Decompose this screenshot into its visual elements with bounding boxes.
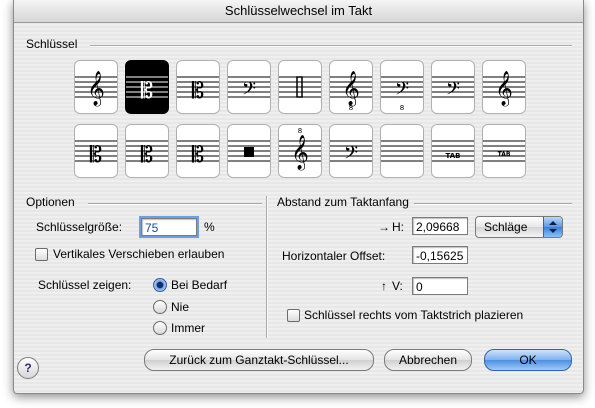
clef-tile[interactable]: 𝄢 <box>431 60 475 114</box>
tenor-clef-icon: 𝄡 <box>177 76 219 104</box>
mezzo-soprano-clef-icon: 𝄡 <box>126 140 168 168</box>
clef-group-label: Schlüssel <box>26 37 78 51</box>
show-when-needed-label: Bei Bedarf <box>171 278 228 292</box>
show-never-label: Nie <box>171 300 190 314</box>
options-separator <box>88 203 262 205</box>
horizontal-offset-label: Horizontaler Offset: <box>282 249 386 263</box>
french-violin-clef-icon: 𝄞 <box>483 71 525 107</box>
distance-group-label: Abstand zum Taktanfang <box>277 195 409 209</box>
treble-8va-clef-icon: 𝄞8 <box>279 127 321 171</box>
soprano-clef-icon: 𝄡 <box>75 140 117 168</box>
bass-clef-icon: 𝄢 <box>228 76 270 104</box>
back-to-whole-measure-clef-button[interactable]: Zurück zum Ganztakt-Schlüssel... <box>144 349 374 371</box>
percussion-clef-2-icon <box>228 140 270 162</box>
clef-glyph: 𝄡 <box>141 143 153 168</box>
clef-glyph: 𝄡 <box>192 143 204 168</box>
v-label: V: <box>392 279 403 293</box>
clef-glyph: TAB <box>446 152 461 160</box>
clef-glyph: 𝄞 <box>87 71 105 107</box>
tab-small-clef-icon: TAB <box>483 140 525 162</box>
clef-glyph: 𝄞 <box>495 71 513 107</box>
treble-8vb-clef-icon: 𝄞8 <box>330 71 372 112</box>
baritone-c-clef-icon: 𝄡 <box>177 140 219 168</box>
popup-arrows-icon <box>543 217 562 237</box>
baritone-f-clef-icon: 𝄢 <box>432 76 474 104</box>
distance-separator <box>414 203 572 205</box>
clef-tile[interactable]: 𝄡 <box>176 60 220 114</box>
show-clef-label: Schlüssel zeigen: <box>38 278 132 292</box>
place-right-checkbox[interactable] <box>287 309 300 322</box>
cancel-button[interactable]: Abbrechen <box>384 349 472 371</box>
show-never-radio[interactable] <box>153 300 167 314</box>
blank-clef-icon <box>381 140 423 162</box>
clef-glyph: 𝄡 <box>90 143 102 168</box>
clef-tile[interactable]: 𝄞 8 <box>278 124 322 178</box>
vertical-shift-checkbox[interactable] <box>35 248 48 261</box>
clef-tile[interactable]: 𝄢 8 <box>380 60 424 114</box>
h-label: H: <box>392 220 404 234</box>
clef-size-label: Schlüsselgröße: <box>36 220 123 234</box>
clef-tile[interactable]: 𝄢 <box>329 124 373 178</box>
tab-clef-icon: TAB <box>432 140 474 162</box>
dialog-window: Schlüsselwechsel im Takt Schlüssel 𝄞 𝄡 𝄡 𝄢 𝄞… <box>13 0 584 394</box>
clef-tile[interactable]: 𝄡 <box>176 124 220 178</box>
clef-tile[interactable]: 𝄡 <box>74 124 118 178</box>
clef-glyph: 𝄡 <box>141 79 153 104</box>
unit-popup[interactable]: Schläge <box>475 216 563 238</box>
alto-clef-icon: 𝄡 <box>126 76 168 104</box>
clef-tile[interactable] <box>380 124 424 178</box>
place-right-label: Schlüssel rechts vom Taktstrich plaziere… <box>304 308 524 322</box>
clef-glyph: 𝄢 <box>242 79 256 104</box>
octave-mark-icon: 8 <box>400 104 404 112</box>
clef-tile[interactable]: 𝄞 <box>482 60 526 114</box>
clef-glyph: 𝄢 <box>446 79 460 104</box>
clef-glyph: 𝄢 <box>395 79 409 104</box>
options-group-label: Optionen <box>26 195 75 209</box>
clef-tile[interactable]: 𝄢 <box>227 60 271 114</box>
ok-button[interactable]: OK <box>484 349 572 371</box>
percussion-clef-icon <box>279 76 321 98</box>
treble-clef-icon: 𝄞 <box>75 71 117 107</box>
clef-tile[interactable]: 𝄞 <box>74 60 118 114</box>
clef-tile[interactable]: TAB <box>482 124 526 178</box>
clef-group-separator <box>90 45 572 47</box>
v-arrow-icon: ↑ <box>381 279 387 293</box>
clef-tile[interactable] <box>278 60 322 114</box>
bass-8vb-clef-icon: 𝄢8 <box>381 76 423 112</box>
sub-bass-clef-icon: 𝄢 <box>330 140 372 168</box>
clef-glyph: 𝄢 <box>344 143 358 168</box>
popup-arrows-glyph <box>549 221 557 233</box>
clef-tile[interactable]: 𝄡 <box>125 124 169 178</box>
h-arrow-icon: → <box>378 220 390 234</box>
show-when-needed-radio[interactable] <box>153 278 167 292</box>
clef-glyph: 𝄡 <box>192 79 204 104</box>
octave-mark-icon: 8 <box>349 104 353 112</box>
clef-tile[interactable] <box>227 124 271 178</box>
clef-tile[interactable]: 𝄡 <box>125 60 169 114</box>
unit-popup-value: Schläge <box>484 220 528 234</box>
help-button[interactable]: ? <box>17 357 39 379</box>
clef-glyph: 𝄞 <box>342 71 360 107</box>
clef-glyph: TAB <box>498 151 511 158</box>
show-always-radio[interactable] <box>153 321 167 335</box>
v-value-input[interactable]: 0 <box>412 277 468 295</box>
clef-size-input[interactable]: 75 <box>139 216 199 238</box>
clef-glyph: 𝄞 <box>291 135 309 171</box>
vertical-shift-label: Vertikales Verschieben erlauben <box>53 247 225 261</box>
clef-size-unit: % <box>204 220 215 234</box>
clef-tile[interactable]: 𝄞 8 <box>329 60 373 114</box>
clef-tile[interactable]: TAB <box>431 124 475 178</box>
show-always-label: Immer <box>171 321 205 335</box>
vertical-separator <box>266 196 268 338</box>
horizontal-offset-input[interactable]: -0,15625 <box>412 246 468 264</box>
h-value-input[interactable]: 2,09668 <box>412 217 468 235</box>
dialog-title: Schlüsselwechsel im Takt <box>14 0 583 23</box>
octave-mark-icon: 8 <box>298 127 302 135</box>
